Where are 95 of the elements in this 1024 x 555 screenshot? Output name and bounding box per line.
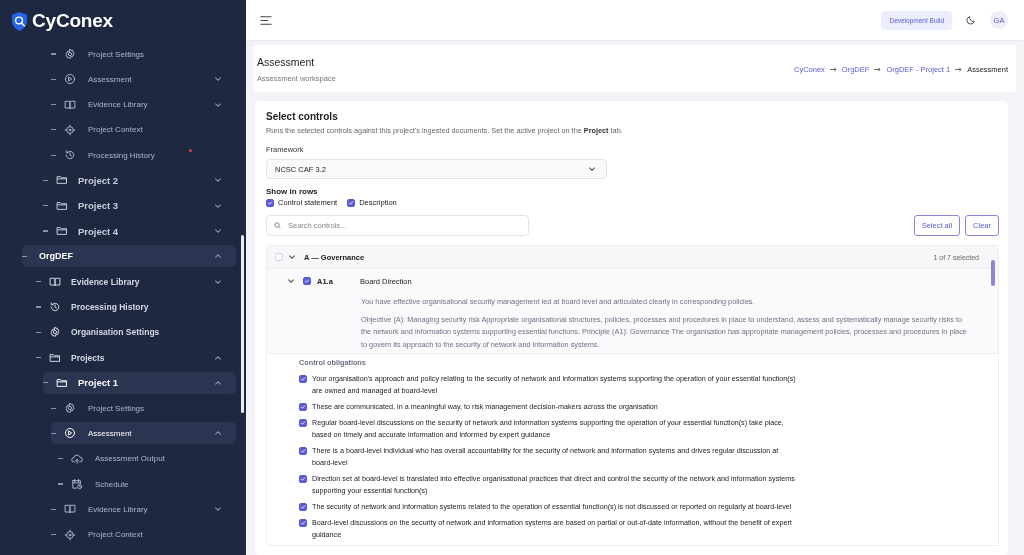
chevron-icon[interactable] [214,378,222,387]
tree-connector [36,331,41,333]
tree-connector [43,179,48,182]
tree-connector [36,356,41,359]
sidebar-item[interactable]: Project 2 [43,169,236,192]
arrow-icon [829,67,837,72]
tree-connector [51,508,56,510]
history-icon [49,300,61,313]
tree-connector [51,53,56,55]
checkbox[interactable] [299,403,307,411]
play-icon [64,73,76,86]
tree-connector [51,432,56,435]
tree-connector [51,407,56,409]
tree-connector [58,483,63,485]
book-icon [49,275,61,288]
checkbox[interactable] [303,277,311,285]
checkbox[interactable] [299,447,307,455]
card-title: Select controls [266,111,339,122]
tree-connector [58,458,63,460]
checkbox[interactable] [299,519,307,527]
history-icon [64,149,76,162]
moon-icon[interactable] [966,15,976,25]
chevron-icon[interactable] [214,100,222,109]
tree-connector [22,255,27,257]
chevron-icon[interactable] [214,176,222,185]
chevron-icon[interactable] [214,353,222,362]
tree-connector [51,104,56,106]
sidebar-item[interactable]: Project Settings [51,43,236,65]
scrollbar-thumb[interactable] [241,235,244,413]
arrow-icon [955,67,963,72]
sidebar-item[interactable]: Assessment [51,68,236,91]
folder-icon [56,376,68,389]
gear-icon [49,326,61,339]
gear-icon [64,402,76,415]
chevron-icon[interactable] [288,253,296,261]
target-icon [64,528,76,541]
tree-connector [43,230,48,232]
sidebar-item[interactable]: Organisation Settings [36,321,236,344]
tree-connector [51,154,56,156]
sidebar-item[interactable]: Processing History [51,144,236,167]
play-icon [64,427,76,440]
chevron-icon[interactable] [214,277,222,286]
sidebar-item[interactable]: Processing History [36,295,236,318]
sidebar-item[interactable]: Schedule [58,473,236,496]
sidebar-item[interactable]: Project Settings [51,397,236,420]
sidebar-item[interactable]: Project 4 [43,220,236,243]
chevron-icon[interactable] [214,227,222,236]
gear-icon [64,48,76,60]
sidebar-item[interactable]: OrgDEF [22,245,236,268]
shield-logo-icon [10,10,29,32]
sidebar-item[interactable]: Evidence Library [36,270,236,293]
checkbox[interactable] [266,198,274,207]
sidebar-item[interactable]: Projects [36,346,236,369]
tree-connector [36,281,41,283]
folder-icon [56,199,68,212]
scrollbar-thumb[interactable] [991,260,995,286]
cloud-upload-icon [71,452,83,465]
calendar-icon [71,478,83,491]
chevron-icon[interactable] [588,165,596,173]
tree-connector [43,382,48,384]
tree-connector [36,306,41,308]
sidebar-item[interactable]: Project Context [51,523,236,546]
brand-name: CyConex [32,10,113,32]
folder-icon [49,351,61,364]
tree-connector [43,205,48,207]
checkbox[interactable] [299,503,307,511]
sidebar-item[interactable]: Assessment [51,422,236,445]
tree-connector [51,129,56,131]
checkbox[interactable] [299,375,307,383]
chevron-icon[interactable] [214,505,222,514]
folder-icon [56,174,68,187]
chevron-icon[interactable] [287,277,295,285]
tree-connector [51,78,56,80]
chevron-icon[interactable] [214,201,222,210]
chevron-icon[interactable] [214,75,222,84]
checkbox[interactable] [347,198,356,207]
sidebar-item[interactable]: Project 1 [43,371,236,394]
chevron-icon[interactable] [214,429,222,438]
tree-connector [51,534,56,536]
menu-icon[interactable] [260,14,272,26]
book-icon [64,98,76,111]
sidebar-item[interactable]: Project Context [51,118,236,141]
book-icon [64,503,76,516]
page-title: Assessment [257,56,316,68]
target-icon [64,123,76,136]
section-label: Show in rows [266,187,319,196]
sidebar-item[interactable]: Evidence Library [51,93,236,116]
checkbox[interactable] [299,475,307,483]
checkbox[interactable] [299,419,307,427]
chevron-icon[interactable] [214,252,222,261]
sidebar-item[interactable]: Evidence Library [51,498,236,521]
arrow-icon [874,67,882,72]
sidebar-item[interactable]: Project 3 [43,194,236,217]
folder-icon [56,225,68,238]
sidebar-item[interactable]: Assessment Output [58,447,236,470]
